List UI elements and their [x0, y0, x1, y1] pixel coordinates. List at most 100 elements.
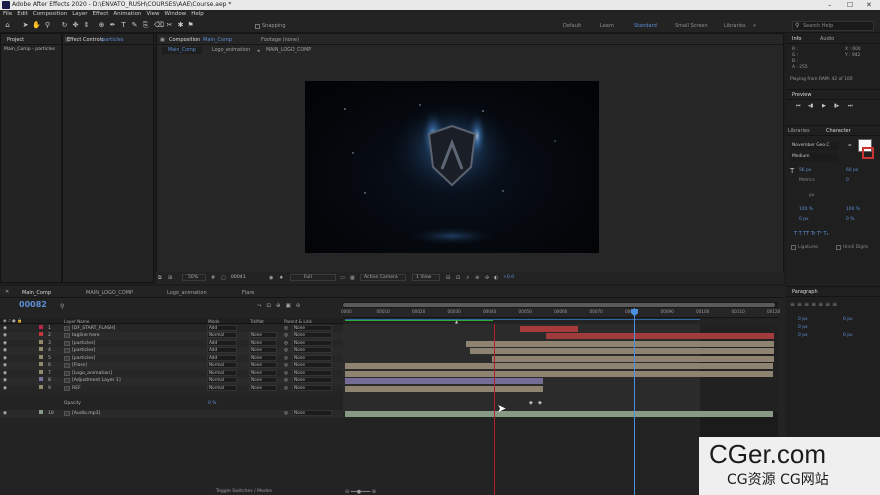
hindi-digits-checkbox[interactable] — [836, 245, 841, 250]
layer-row[interactable]: ◉ 9 REF Normal None ◎ None — [0, 385, 343, 393]
composition-viewer[interactable] — [305, 81, 599, 253]
trkmat-dropdown[interactable]: None — [249, 347, 277, 353]
stroke-color-swatch[interactable] — [862, 147, 874, 159]
vertical-scale-value[interactable]: 100 % — [799, 207, 813, 212]
label-color-swatch[interactable] — [39, 385, 43, 389]
trkmat-dropdown[interactable]: None — [249, 332, 277, 338]
col-layer-name[interactable]: Layer Name — [64, 319, 89, 324]
label-color-swatch[interactable] — [39, 410, 43, 414]
parent-dropdown[interactable]: None — [292, 410, 332, 416]
layer-name[interactable]: [Audio.mp3] — [72, 410, 100, 418]
dolly-tool-icon[interactable]: ⇕ — [82, 21, 91, 30]
visibility-eye-icon[interactable]: ◉ — [3, 332, 7, 340]
trkmat-dropdown[interactable]: None — [249, 370, 277, 376]
grid-icon[interactable]: # — [211, 275, 215, 281]
zoom-tool-icon[interactable]: ⚲ — [43, 21, 52, 30]
blend-mode-dropdown[interactable]: Normal — [207, 362, 237, 368]
views-dropdown[interactable]: 1 View — [412, 274, 440, 281]
visibility-eye-icon[interactable]: ◉ — [3, 377, 7, 385]
tab-timeline-main-logo-comp[interactable]: MAIN_LOGO_COMP — [86, 290, 133, 296]
last-frame-icon[interactable]: ⏭ — [848, 103, 853, 109]
menu-composition[interactable]: Composition — [33, 11, 67, 17]
leading-value[interactable]: 60 px — [846, 168, 858, 173]
selection-tool-icon[interactable]: ➤ — [21, 21, 30, 30]
label-color-swatch[interactable] — [39, 347, 43, 351]
clone-tool-icon[interactable]: ⎘ — [141, 21, 150, 30]
pin-tool-icon[interactable]: ⚑ — [186, 21, 195, 30]
resolution-dropdown[interactable]: Full — [290, 274, 336, 281]
orbit-tool-icon[interactable]: ↻ — [60, 21, 69, 30]
space-after-value[interactable]: 0 px — [843, 333, 853, 338]
roto-tool-icon[interactable]: ✂ — [165, 21, 174, 30]
workspace-standard[interactable]: Standard — [634, 23, 657, 29]
visibility-eye-icon[interactable]: ◉ — [3, 362, 7, 370]
tab-project[interactable]: Project — [7, 37, 24, 43]
layer-duration-bar[interactable] — [492, 356, 774, 362]
col-trkmat[interactable]: TrkMat — [250, 319, 264, 324]
keyframe-icon[interactable]: ◆ — [538, 400, 542, 406]
playhead[interactable] — [634, 308, 635, 495]
time-ruler[interactable]: 0000 00010 00020 00030 00040 00050 00060 00070 0… — [341, 308, 780, 318]
menu-edit[interactable]: Edit — [17, 11, 28, 17]
menu-view[interactable]: View — [146, 11, 159, 17]
trkmat-dropdown[interactable]: None — [249, 340, 277, 346]
timeline-timecode[interactable]: 00082 — [19, 300, 47, 309]
faux-styles-icons[interactable]: T T TT Tr T¹ T₁ — [794, 231, 829, 237]
workspace-small-screen[interactable]: Small Screen — [675, 23, 708, 29]
puppet-tool-icon[interactable]: ✱ — [176, 21, 185, 30]
parent-pickwhip-icon[interactable]: ◎ — [284, 362, 288, 370]
timeline-toggle-icon[interactable]: ⊕ — [475, 275, 479, 281]
parent-dropdown[interactable]: None — [292, 325, 332, 331]
always-preview-icon[interactable]: ⧉ — [158, 275, 162, 281]
tab-composition[interactable]: Composition — [169, 37, 200, 43]
blend-mode-dropdown[interactable]: Normal — [207, 370, 237, 376]
comp-lock-icon[interactable]: ▣ — [160, 37, 165, 43]
search-help-input[interactable]: Search Help — [792, 21, 874, 31]
tab-footage[interactable]: Footage (none) — [261, 37, 299, 43]
font-family-dropdown[interactable]: November Geo.C — [790, 142, 838, 150]
zoom-slider-icon[interactable]: ⊖ ━━●━━━ ⊕ — [345, 489, 376, 495]
trkmat-dropdown[interactable]: None — [249, 355, 277, 361]
layer-duration-bar[interactable] — [345, 378, 543, 384]
parent-pickwhip-icon[interactable]: ◎ — [284, 377, 288, 385]
label-color-swatch[interactable] — [39, 325, 43, 329]
layer-row[interactable]: ◉ 10 [Audio.mp3] ◎ None — [0, 410, 343, 418]
breadcrumb-logo-animation[interactable]: Logo_animation — [212, 48, 250, 53]
first-frame-icon[interactable]: ⏮ — [796, 103, 801, 109]
pen-tool-icon[interactable]: ✒ — [108, 21, 117, 30]
prev-frame-icon[interactable]: ◂▮ — [808, 103, 813, 109]
label-color-swatch[interactable] — [39, 362, 43, 366]
menu-window[interactable]: Window — [165, 11, 187, 17]
pixel-aspect-icon[interactable]: ⊡ — [456, 275, 460, 281]
tab-timeline-main-comp[interactable]: Main_Comp — [22, 290, 51, 296]
play-icon[interactable]: ▶ — [822, 103, 826, 109]
toggle-switches-modes[interactable]: Toggle Switches / Modes — [216, 489, 272, 494]
opacity-value[interactable]: 0 % — [208, 401, 216, 406]
parent-dropdown[interactable]: None — [292, 355, 332, 361]
tab-paragraph[interactable]: Paragraph — [792, 289, 818, 295]
trkmat-dropdown[interactable]: None — [249, 377, 277, 383]
label-color-swatch[interactable] — [39, 340, 43, 344]
parent-dropdown[interactable]: None — [292, 370, 332, 376]
baseline-shift-value[interactable]: 0 px — [799, 217, 809, 222]
close-button[interactable]: ✕ — [866, 0, 872, 10]
layer-row[interactable]: ◉ 8 [Adjustment Layer 1] Normal None ◎ None — [0, 377, 343, 385]
parent-dropdown[interactable]: None — [292, 340, 332, 346]
layer-name[interactable]: [Adjustment Layer 1] — [72, 377, 121, 385]
parent-dropdown[interactable]: None — [292, 332, 332, 338]
blend-mode-dropdown[interactable]: Normal — [207, 332, 237, 338]
layer-duration-bar[interactable] — [470, 348, 774, 354]
col-parent[interactable]: Parent & Link — [284, 319, 312, 324]
layer-search-icon[interactable]: ⚲ — [60, 303, 64, 310]
breadcrumb-main-logo-comp[interactable]: MAIN_LOGO_COMP — [266, 48, 311, 53]
timeline-close-icon[interactable]: ✕ — [5, 289, 9, 295]
eyedropper-icon[interactable]: ✒ — [848, 143, 852, 149]
menu-file[interactable]: File — [3, 11, 12, 17]
tab-character[interactable]: Character — [826, 128, 851, 134]
tab-audio[interactable]: Audio — [820, 36, 834, 42]
fast-preview-icon[interactable]: ⚡ — [466, 275, 470, 281]
guides-icon[interactable]: ⊞ — [168, 275, 172, 281]
show-snapshot-icon[interactable]: ♦ — [279, 275, 283, 281]
workspace-learn[interactable]: Learn — [600, 23, 614, 29]
indent-left-value[interactable]: 0 px — [798, 317, 808, 322]
